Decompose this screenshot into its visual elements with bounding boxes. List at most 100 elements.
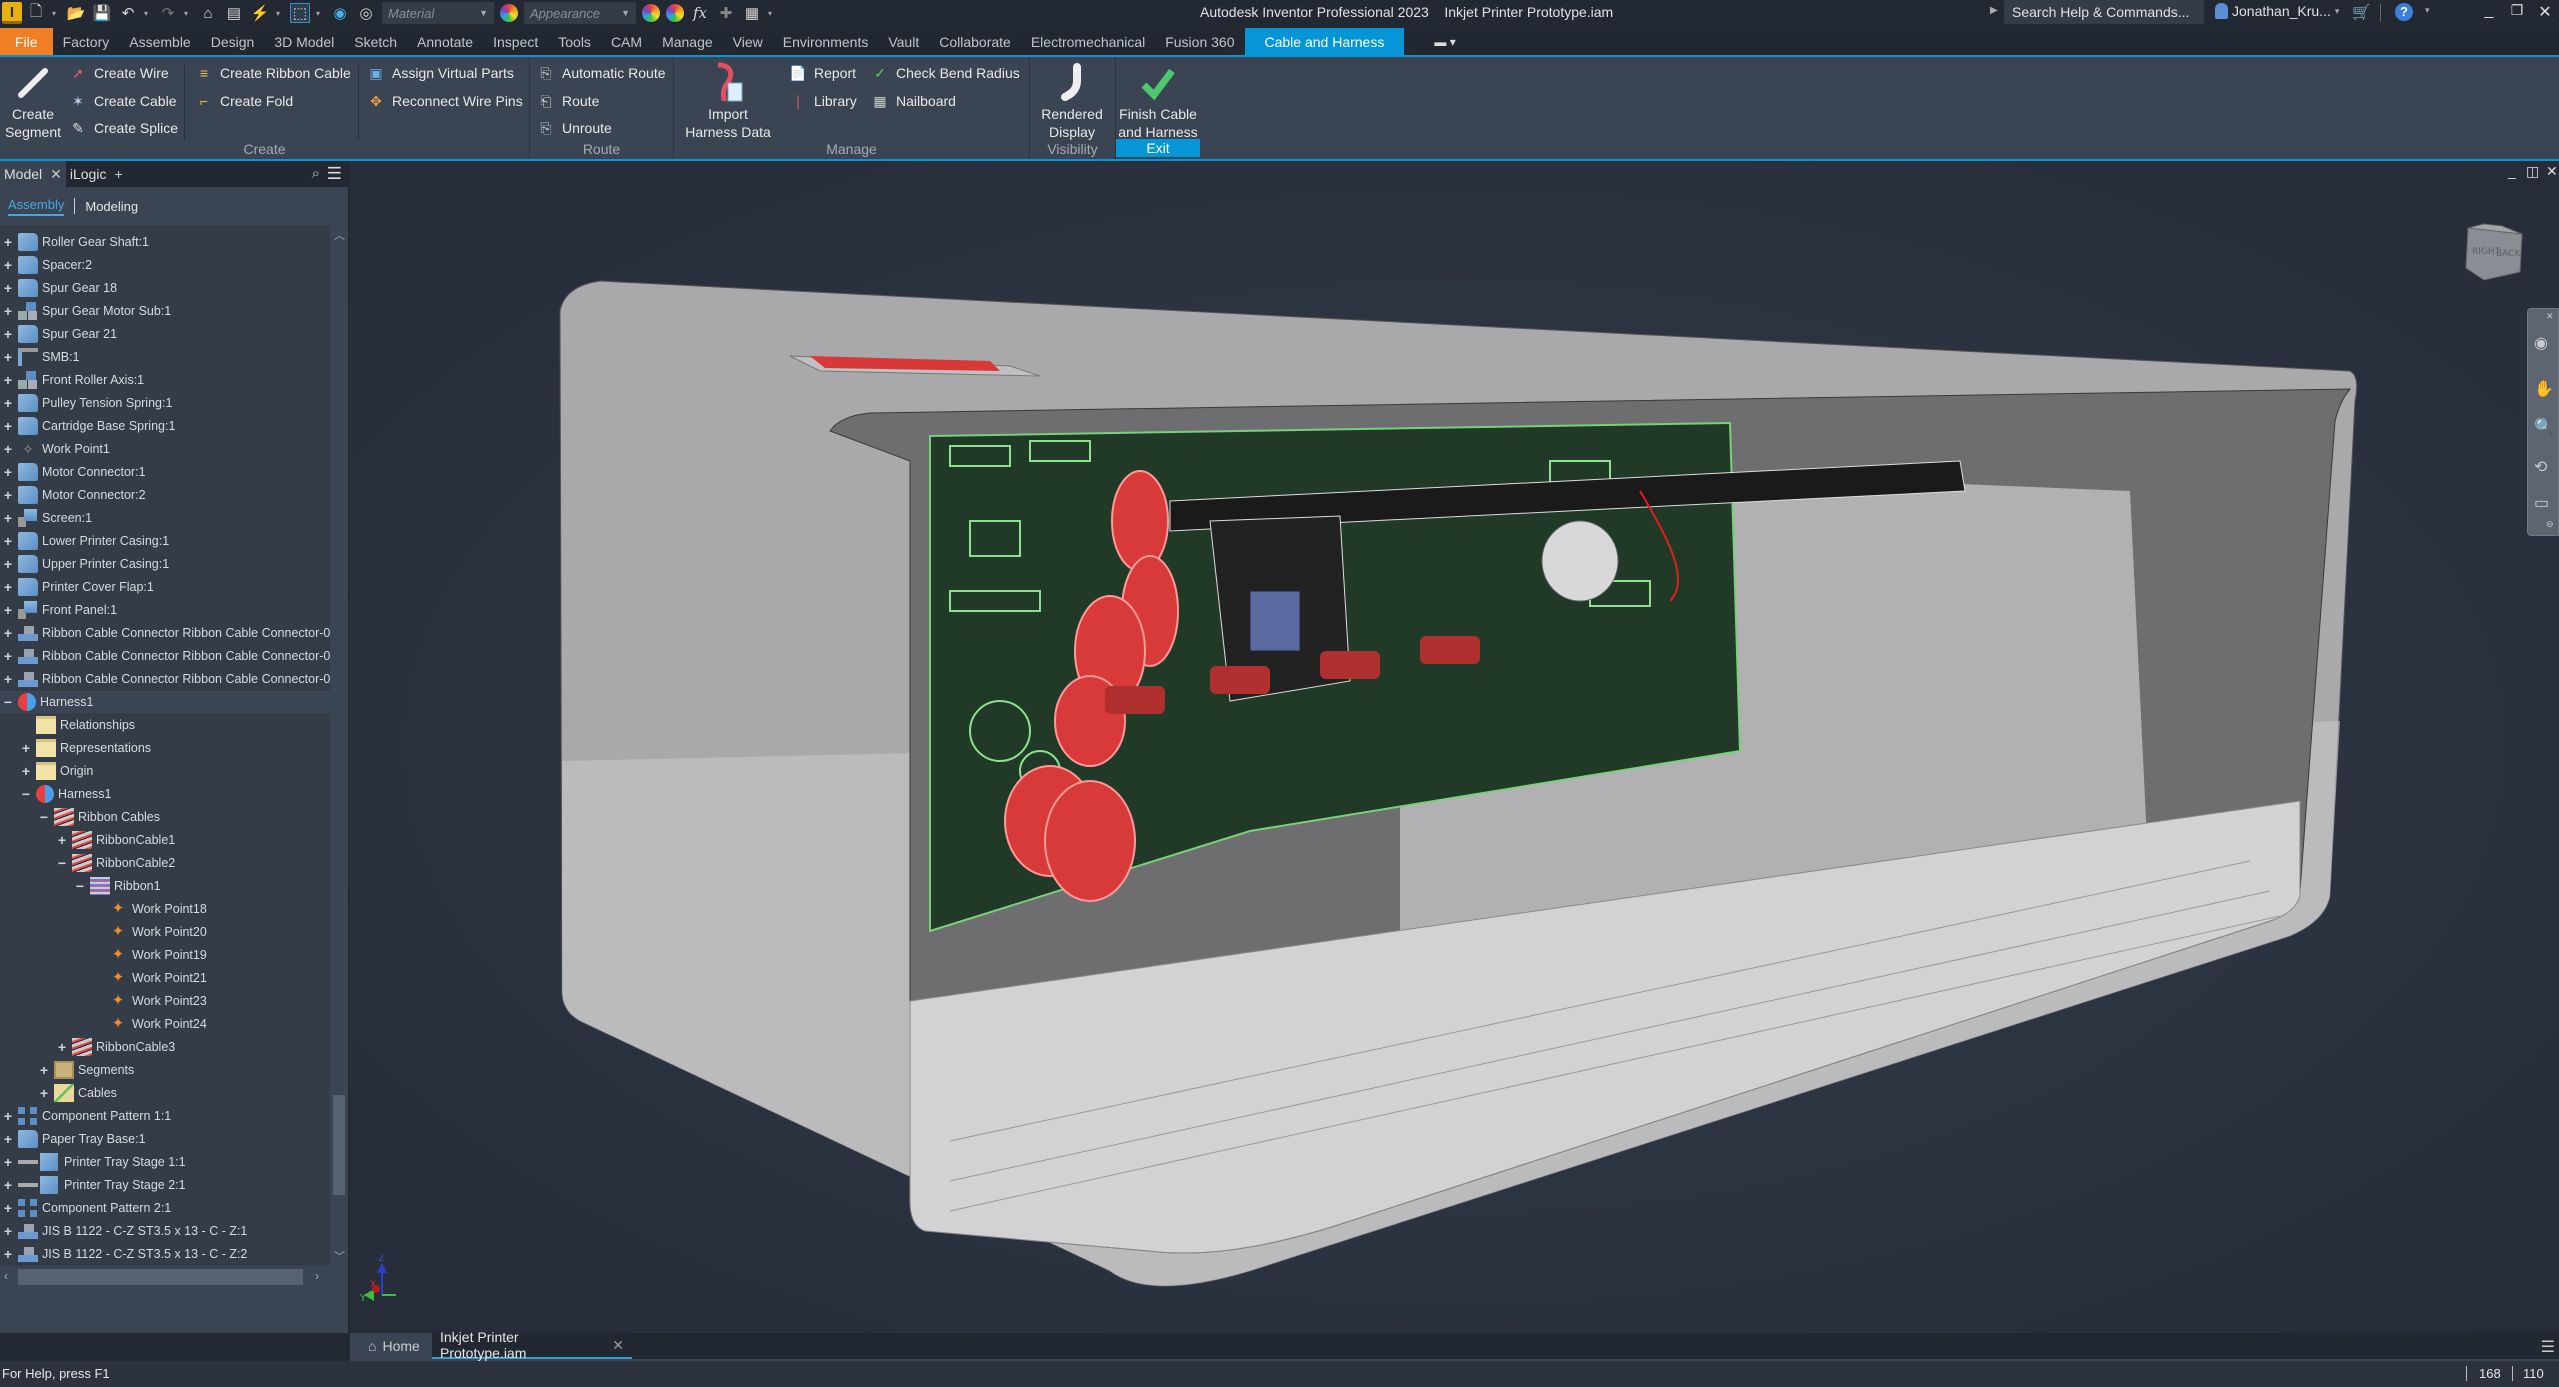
- material-icon[interactable]: ◎: [356, 3, 376, 23]
- tree-item[interactable]: + Spur Gear Motor Sub:1: [0, 300, 171, 322]
- home-icon[interactable]: ⌂: [198, 3, 218, 23]
- expand-icon[interactable]: +: [2, 1131, 14, 1147]
- adjust-appearance-icon[interactable]: [642, 4, 660, 22]
- menu-icon[interactable]: ☰: [2541, 1337, 2555, 1357]
- tree-item[interactable]: + Representations: [0, 737, 151, 759]
- scroll-thumb[interactable]: [18, 1269, 303, 1285]
- library-button[interactable]: ❘ Library: [788, 91, 857, 111]
- create-cable-button[interactable]: ✶ Create Cable: [68, 91, 176, 111]
- expand-icon[interactable]: +: [2, 533, 14, 549]
- expand-icon[interactable]: +: [2, 1246, 14, 1262]
- scroll-down-icon[interactable]: ﹀: [334, 1248, 345, 1264]
- collapse-icon[interactable]: −: [38, 809, 50, 825]
- close-icon[interactable]: ✕: [2546, 311, 2554, 322]
- expand-icon[interactable]: +: [2, 234, 14, 250]
- graphics-viewport[interactable]: _ ◫ ✕: [350, 161, 2559, 1333]
- automatic-route-button[interactable]: ⎘ Automatic Route: [536, 63, 665, 83]
- new-icon[interactable]: 🗋: [26, 3, 46, 23]
- tree-item[interactable]: + JIS B 1122 - C-Z ST3.5 x 13 - C - Z:2: [0, 1243, 247, 1265]
- tree-item[interactable]: − Harness1: [0, 691, 330, 713]
- help-dropdown[interactable]: ▾: [2425, 5, 2430, 16]
- tab-factory[interactable]: Factory: [53, 28, 120, 55]
- expand-icon[interactable]: +: [2, 257, 14, 273]
- inventor-logo[interactable]: I: [2, 2, 22, 24]
- tree-item[interactable]: + Segments: [0, 1059, 134, 1081]
- tab-cam[interactable]: CAM: [601, 28, 652, 55]
- redo-icon[interactable]: ↷: [158, 3, 178, 23]
- close-icon[interactable]: ✕: [50, 166, 62, 183]
- horizontal-scrollbar[interactable]: ‹ ›: [0, 1266, 348, 1288]
- tab-view[interactable]: View: [723, 28, 773, 55]
- tree-item[interactable]: + Spur Gear 18: [0, 277, 117, 299]
- tree-item[interactable]: + Ribbon Cable Connector Ribbon Cable Con…: [0, 622, 330, 644]
- expand-icon[interactable]: +: [38, 1062, 50, 1078]
- create-segment-button[interactable]: Create Segment: [4, 61, 62, 141]
- expand-icon[interactable]: +: [2, 349, 14, 365]
- adaptive-dropdown[interactable]: ▾: [276, 9, 284, 18]
- select-dropdown[interactable]: ▾: [316, 9, 324, 18]
- expand-icon[interactable]: +: [2, 1223, 14, 1239]
- help-icon[interactable]: ?: [2395, 3, 2413, 21]
- expand-icon[interactable]: +: [2, 510, 14, 526]
- expand-icon[interactable]: +: [2, 418, 14, 434]
- undo-dropdown[interactable]: ▾: [144, 9, 152, 18]
- reconnect-wire-pins-button[interactable]: ✥ Reconnect Wire Pins: [366, 91, 523, 111]
- add-tab-icon[interactable]: +: [114, 166, 122, 182]
- create-ribbon-cable-button[interactable]: ≡ Create Ribbon Cable: [194, 63, 351, 83]
- expand-icon[interactable]: +: [2, 1177, 14, 1193]
- tab-annotate[interactable]: Annotate: [407, 28, 483, 55]
- expand-icon[interactable]: +: [2, 464, 14, 480]
- expand-icon[interactable]: +: [2, 648, 14, 664]
- expand-icon[interactable]: +: [2, 372, 14, 388]
- tab-tools[interactable]: Tools: [548, 28, 601, 55]
- viewcube[interactable]: RIGHT BACK: [2462, 222, 2530, 282]
- clear-appearance-icon[interactable]: [666, 4, 684, 22]
- tree-item[interactable]: ✦ Work Point18: [0, 898, 207, 920]
- check-bend-radius-button[interactable]: ✓ Check Bend Radius: [870, 63, 1020, 83]
- expand-icon[interactable]: +: [2, 487, 14, 503]
- orbit-icon[interactable]: ⟲: [2534, 457, 2547, 477]
- select-icon[interactable]: ⬚: [290, 3, 310, 23]
- tree-item[interactable]: + ✧ Work Point1: [0, 438, 110, 460]
- save-icon[interactable]: 💾: [92, 3, 112, 23]
- expand-icon[interactable]: +: [56, 832, 68, 848]
- color-icon[interactable]: ◉: [330, 3, 350, 23]
- tab-home[interactable]: ⌂ Home: [360, 1333, 428, 1359]
- tab-ilogic[interactable]: iLogic +: [66, 161, 127, 187]
- customize-icon[interactable]: ⊖: [2546, 519, 2554, 530]
- tab-collaborate[interactable]: Collaborate: [929, 28, 1021, 55]
- tab-file[interactable]: File: [0, 28, 53, 55]
- open-icon[interactable]: 📂: [66, 3, 86, 23]
- finish-cable-harness-button[interactable]: Finish Cable and Harness: [1116, 61, 1200, 141]
- expand-icon[interactable]: +: [38, 1085, 50, 1101]
- tab-3d-model[interactable]: 3D Model: [264, 28, 344, 55]
- tab-manage[interactable]: Manage: [652, 28, 723, 55]
- tree-item[interactable]: + Lower Printer Casing:1: [0, 530, 169, 552]
- tree-item[interactable]: − Ribbon1: [0, 875, 161, 897]
- customize-icon[interactable]: ▾: [768, 9, 776, 18]
- collapse-icon[interactable]: −: [20, 786, 32, 802]
- tree-item[interactable]: + Printer Tray Stage 1:1: [0, 1151, 186, 1173]
- tree-item[interactable]: ✦ Work Point19: [0, 944, 207, 966]
- appearance-icon[interactable]: [500, 4, 518, 22]
- update-icon[interactable]: ▤: [224, 3, 244, 23]
- unroute-button[interactable]: ⎘ Unroute: [536, 118, 611, 138]
- expand-icon[interactable]: +: [2, 1200, 14, 1216]
- tree-item[interactable]: + Roller Gear Shaft:1: [0, 231, 149, 253]
- zoom-icon[interactable]: 🔍: [2534, 417, 2554, 437]
- tree-item[interactable]: ✦ Work Point21: [0, 967, 207, 989]
- minimize-button[interactable]: _: [2478, 2, 2500, 20]
- tab-sketch[interactable]: Sketch: [344, 28, 407, 55]
- tree-item[interactable]: + Component Pattern 1:1: [0, 1105, 171, 1127]
- search-icon[interactable]: ⌕: [312, 165, 320, 182]
- tree-item[interactable]: + Ribbon Cable Connector Ribbon Cable Con…: [0, 645, 330, 667]
- expand-icon[interactable]: +: [20, 763, 32, 779]
- expand-icon[interactable]: +: [2, 671, 14, 687]
- expand-icon[interactable]: +: [2, 1108, 14, 1124]
- help-search-input[interactable]: Search Help & Commands...: [2004, 0, 2204, 24]
- tree-item[interactable]: − Harness1: [0, 783, 112, 805]
- tab-fusion-360[interactable]: Fusion 360: [1155, 28, 1244, 55]
- steering-wheel-icon[interactable]: ◉: [2534, 333, 2548, 353]
- scroll-thumb[interactable]: [333, 1095, 345, 1195]
- tab-electromechanical[interactable]: Electromechanical: [1021, 28, 1155, 55]
